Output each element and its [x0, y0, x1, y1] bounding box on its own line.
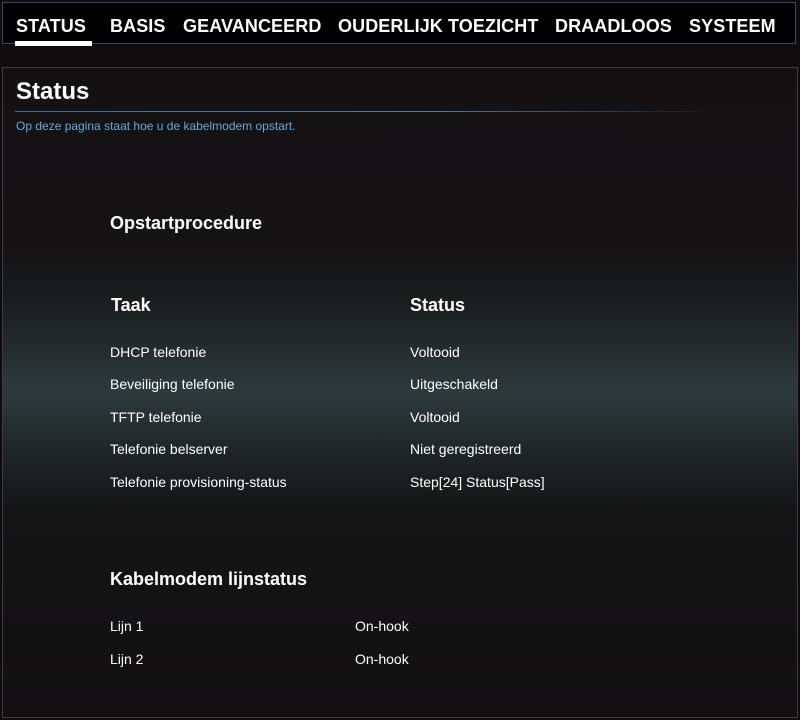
line-state: On-hook: [355, 618, 409, 634]
task-column-header: Taak: [111, 295, 151, 315]
line-label: Lijn 2: [110, 651, 144, 667]
title-divider: [15, 111, 721, 112]
tab-systeem[interactable]: SYSTEEM: [689, 16, 776, 37]
status-cell: Voltooid: [410, 344, 460, 360]
startup-procedure-heading: Opstartprocedure: [110, 213, 263, 233]
status-cell: Niet geregistreerd: [410, 441, 522, 457]
page-description: Op deze pagina staat hoe u de kabelmodem…: [16, 119, 296, 133]
tab-status[interactable]: STATUS: [15, 16, 92, 46]
task-cell: TFTP telefonie: [110, 409, 202, 425]
status-cell: Step[24] Status[Pass]: [410, 474, 545, 490]
status-cell: Voltooid: [410, 409, 460, 425]
page-title: Status: [16, 78, 90, 105]
status-cell: Uitgeschakeld: [410, 376, 498, 392]
tab-basis[interactable]: BASIS: [110, 16, 166, 37]
task-cell: Beveiliging telefonie: [110, 376, 235, 392]
line-status-heading: Kabelmodem lijnstatus: [110, 569, 308, 589]
status-panel: Status Op deze pagina staat hoe u de kab…: [2, 67, 798, 718]
tab-draadloos[interactable]: DRAADLOOS: [555, 16, 672, 37]
tab-ouderlijk-toezicht[interactable]: OUDERLIJK TOEZICHT: [338, 16, 538, 37]
tab-geavanceerd[interactable]: GEAVANCEERD: [183, 16, 321, 37]
line-label: Lijn 1: [110, 618, 144, 634]
status-column-header: Status: [410, 295, 466, 315]
task-cell: DHCP telefonie: [110, 344, 207, 360]
task-cell: Telefonie provisioning-status: [110, 474, 287, 490]
task-cell: Telefonie belserver: [110, 441, 228, 457]
top-navigation: STATUS BASIS GEAVANCEERD OUDERLIJK TOEZI…: [2, 2, 796, 46]
line-state: On-hook: [355, 651, 409, 667]
